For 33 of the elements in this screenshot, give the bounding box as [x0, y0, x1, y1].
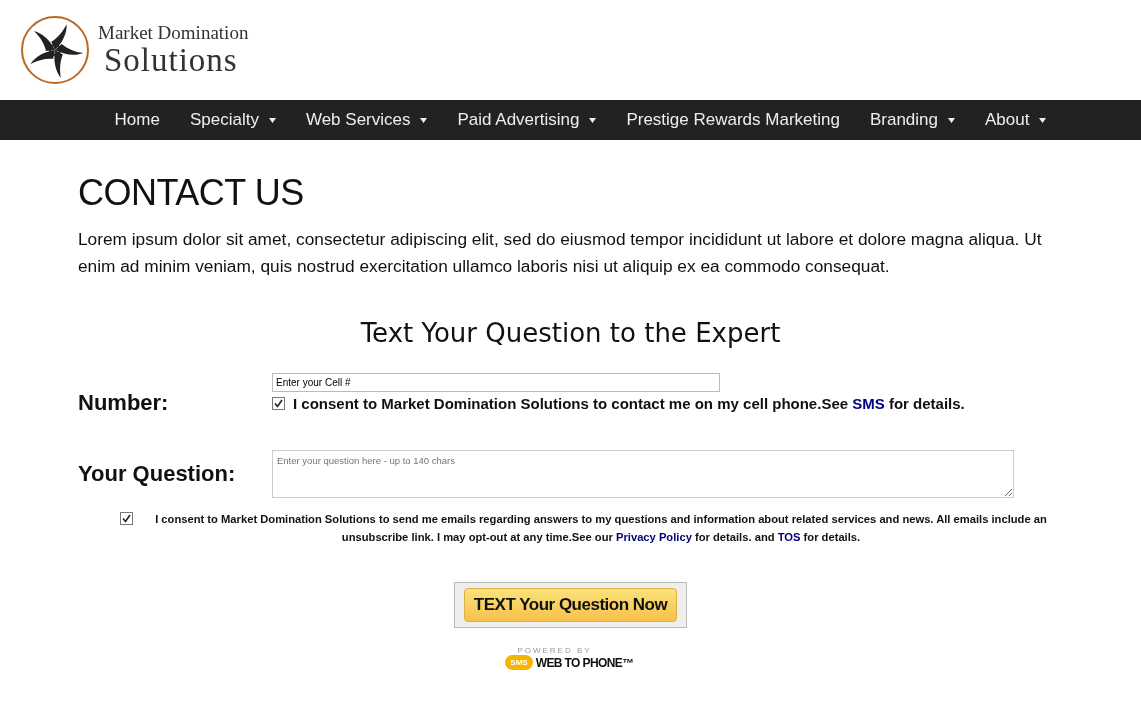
link[interactable]: TOS — [777, 531, 801, 543]
powered-by-caption: POWERED BY — [517, 646, 592, 655]
form-title: Text Your Question to the Expert — [359, 318, 782, 348]
field-label: Number: — [78, 390, 170, 416]
emblem-icon — [20, 15, 90, 85]
logo-text: Solutions — [103, 43, 239, 77]
checkbox[interactable] — [272, 397, 285, 410]
intro-paragraph: Lorem ipsum dolor sit amet, consectetur adipiscing elit, sed do eiusmod tempor incididunt ut labore et dolore magna aliqua. Ut enim ad minim veniam, quis nostrud exercitation ullamco laboris nisi ut aliquip ex ea commodo consequat. — [78, 228, 1043, 278]
submit-button[interactable]: TEXT Your Question Now — [463, 588, 678, 622]
input-field[interactable]: Enter your Cell # — [272, 373, 720, 392]
nav-item[interactable]: Prestige Rewards Marketing — [611, 110, 855, 130]
link[interactable]: SMS — [852, 395, 885, 412]
link[interactable]: Privacy Policy — [616, 531, 692, 543]
caret-icon — [589, 117, 597, 123]
checkbox[interactable] — [120, 512, 133, 525]
logo-text: Market Domination — [98, 23, 249, 43]
consent-text: I consent to Market Domination Solutions to contact me on my cell phone.See SMS for details. — [293, 395, 965, 412]
caret-icon — [948, 117, 955, 123]
caret-icon — [268, 117, 276, 123]
field-label: Your Question: — [78, 461, 237, 487]
nav-item[interactable]: Paid Advertising — [442, 110, 612, 130]
brand-text: WEB TO PHONE™ — [535, 655, 634, 670]
nav-item[interactable]: Specialty — [174, 110, 291, 130]
consent-text: I consent to Market Domination Solutions to send me emails regarding answers to my questions and information about related services and news. All emails include an unsubscribe link. I may opt-out at any time.See our Privacy Policy for details. and TOS for details. — [154, 512, 1048, 545]
nav-item[interactable]: Home — [99, 110, 175, 130]
page-title: CONTACT US — [78, 172, 305, 214]
caret-icon — [420, 117, 428, 123]
caret-icon — [1039, 117, 1047, 123]
nav-item[interactable]: Web Services — [290, 110, 443, 130]
nav-item[interactable]: About — [970, 110, 1062, 130]
input-field[interactable]: Enter your question here - up to 140 chars — [272, 450, 1014, 498]
nav-item[interactable]: Branding — [854, 110, 970, 130]
sms-badge: SMS — [505, 655, 533, 670]
